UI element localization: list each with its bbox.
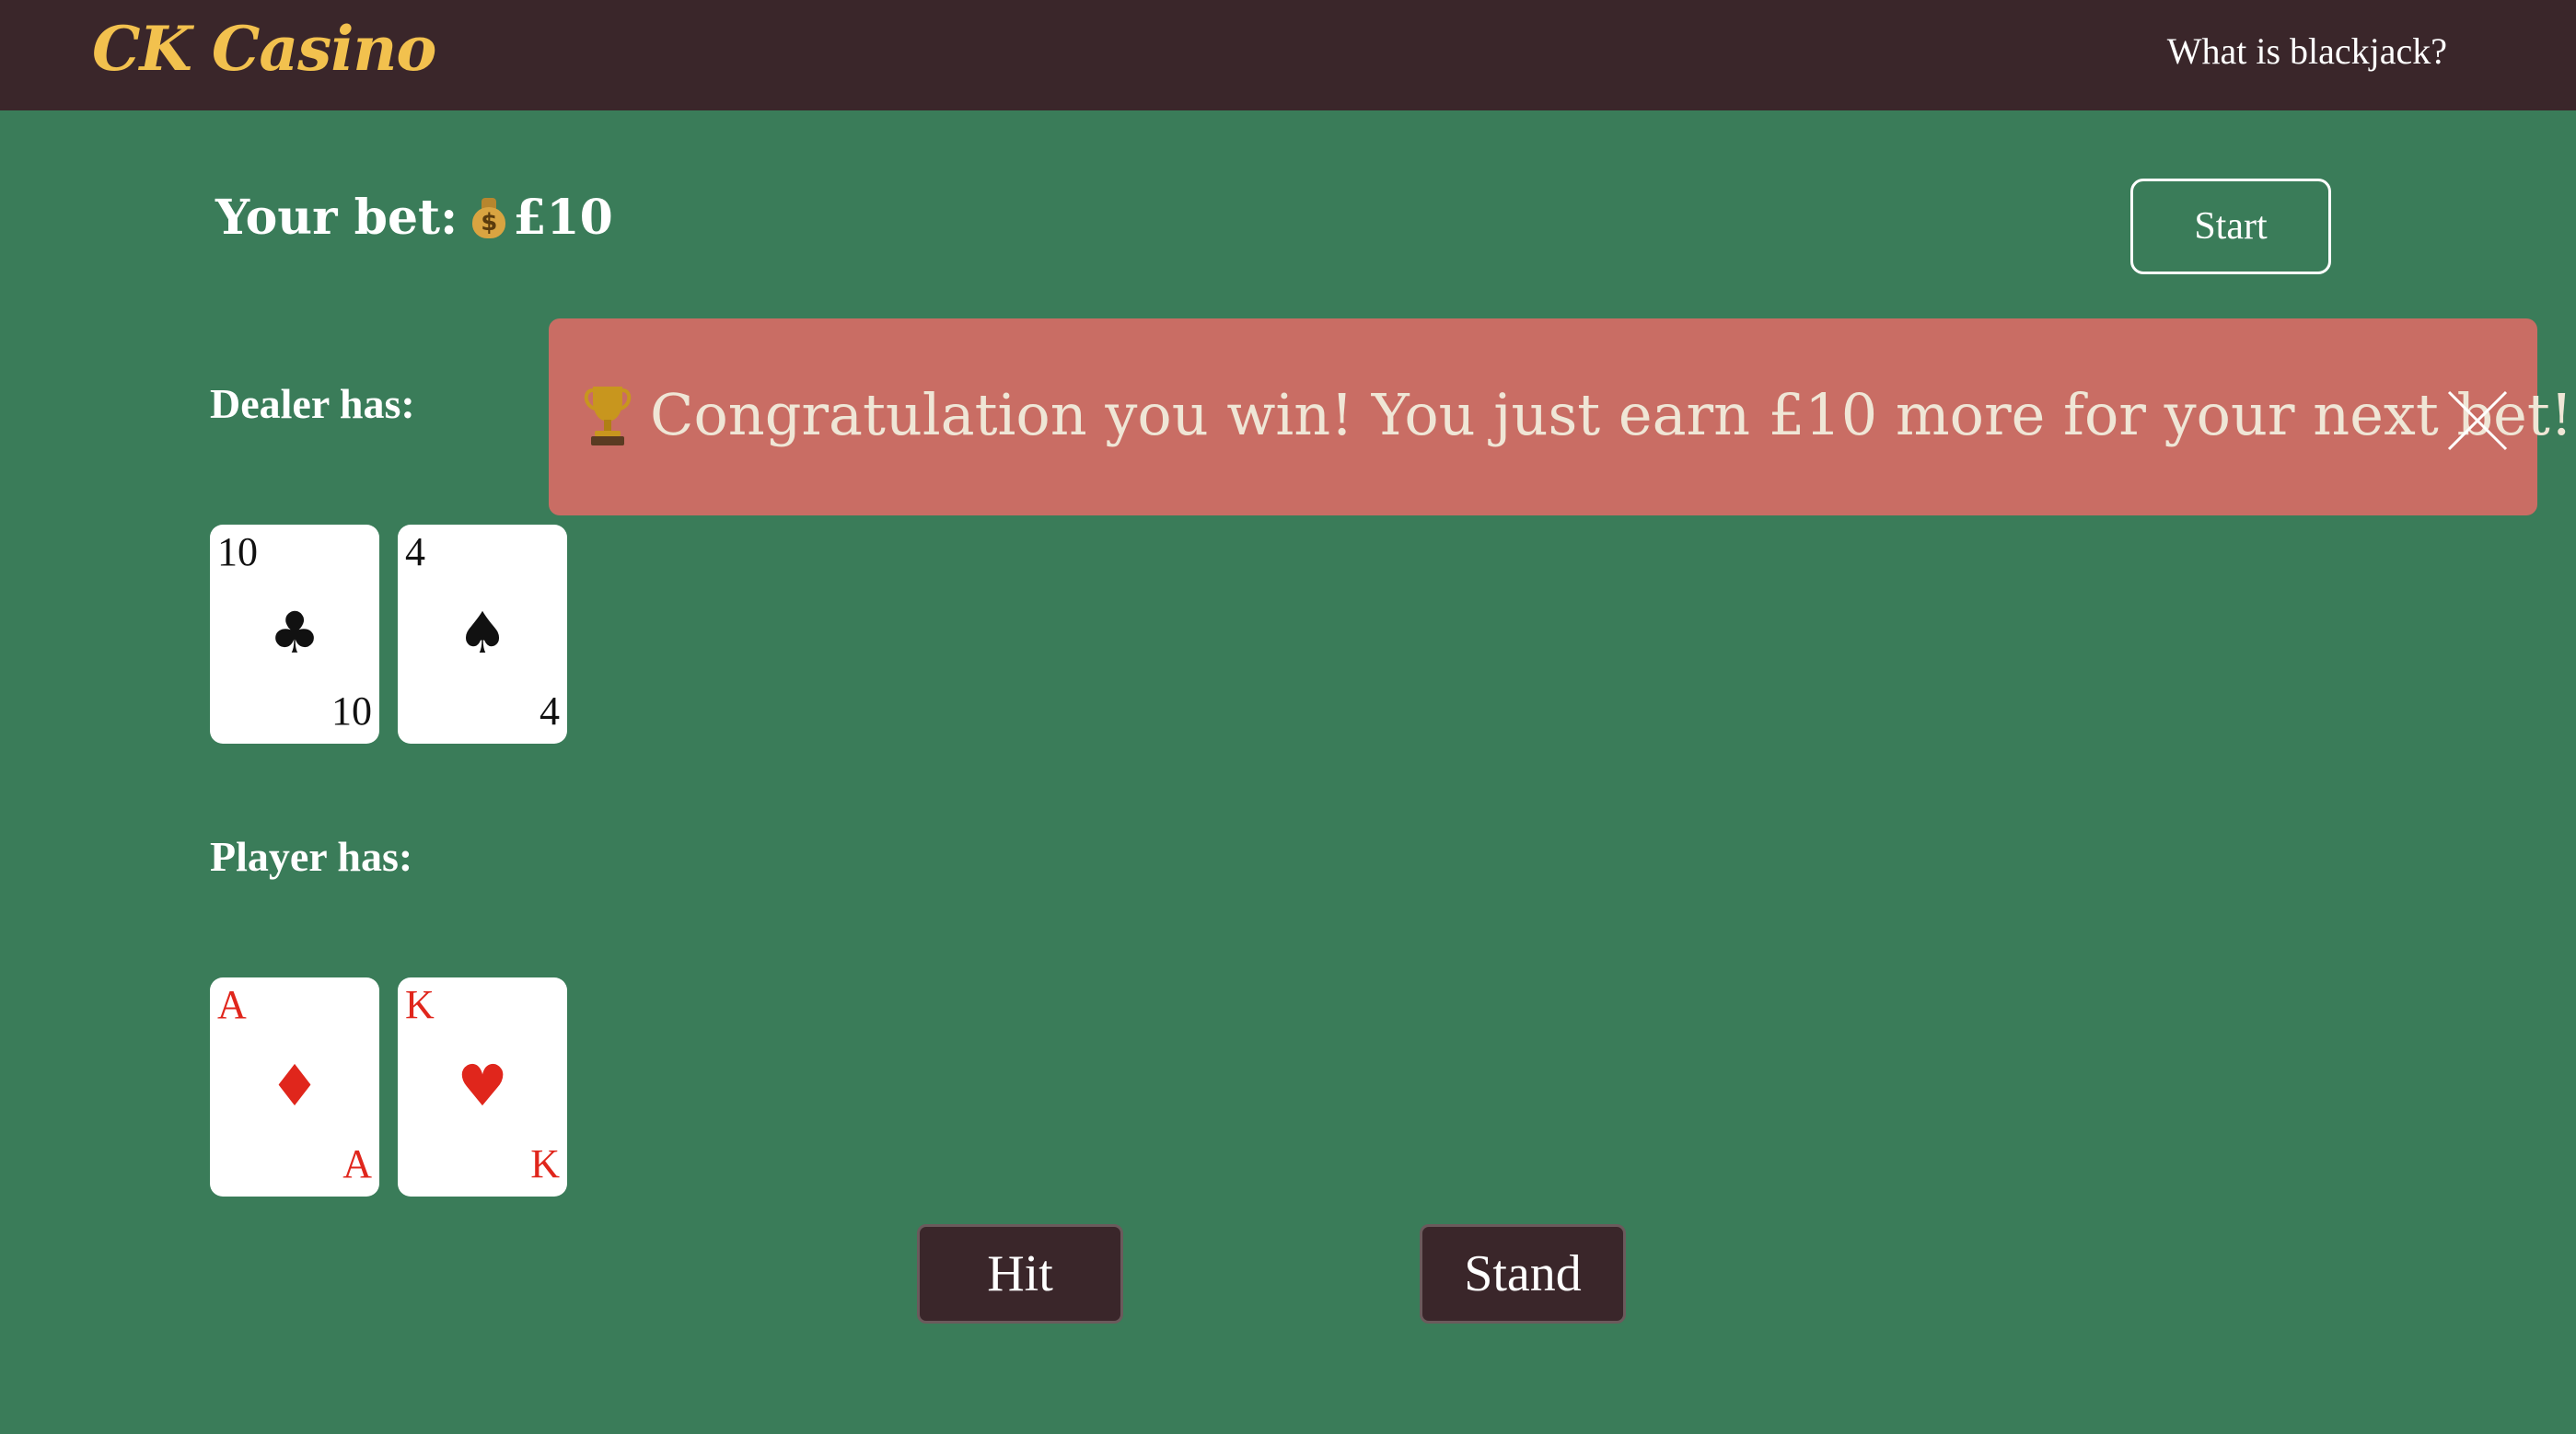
- bet-display: Your bet: $ £10: [215, 190, 613, 246]
- trophy-icon: [584, 387, 632, 445]
- hit-button[interactable]: Hit: [917, 1224, 1123, 1324]
- heart-icon: ♥: [457, 1052, 508, 1119]
- card-rank: 4: [540, 688, 560, 734]
- start-button[interactable]: Start: [2130, 179, 2331, 274]
- diamond-icon: ♦: [269, 1052, 320, 1119]
- card-rank: A: [342, 1141, 372, 1186]
- card-rank: 10: [217, 529, 258, 574]
- card-rank: K: [530, 1141, 560, 1186]
- player-card-1: A ♦ A: [210, 977, 379, 1197]
- spade-icon: ♠: [457, 599, 508, 666]
- bet-label: Your bet:: [215, 190, 458, 246]
- bet-amount: £10: [513, 190, 613, 246]
- close-icon[interactable]: [2445, 388, 2510, 453]
- card-rank: 4: [405, 529, 425, 574]
- logo[interactable]: CK Casino: [92, 13, 436, 85]
- nav-link-what-is-blackjack[interactable]: What is blackjack?: [2167, 29, 2447, 73]
- dealer-card-1: 10 ♣ 10: [210, 525, 379, 744]
- win-alert: Congratulation you win! You just earn £1…: [549, 318, 2573, 515]
- dealer-card-2: 4 ♠ 4: [398, 525, 567, 744]
- player-label: Player has:: [210, 833, 413, 880]
- money-bag-symbol: $: [481, 208, 498, 237]
- card-rank: 10: [331, 688, 372, 734]
- navbar: CK Casino What is blackjack?: [0, 0, 2576, 110]
- club-icon: ♣: [269, 599, 320, 666]
- card-rank: A: [217, 982, 247, 1027]
- stand-button[interactable]: Stand: [1420, 1224, 1626, 1324]
- dealer-label: Dealer has:: [210, 380, 415, 427]
- card-rank: K: [405, 982, 435, 1027]
- player-card-2: K ♥ K: [398, 977, 567, 1197]
- money-bag-icon: $: [472, 197, 506, 238]
- alert-message: Congratulation you win! You just earn £1…: [650, 381, 2573, 448]
